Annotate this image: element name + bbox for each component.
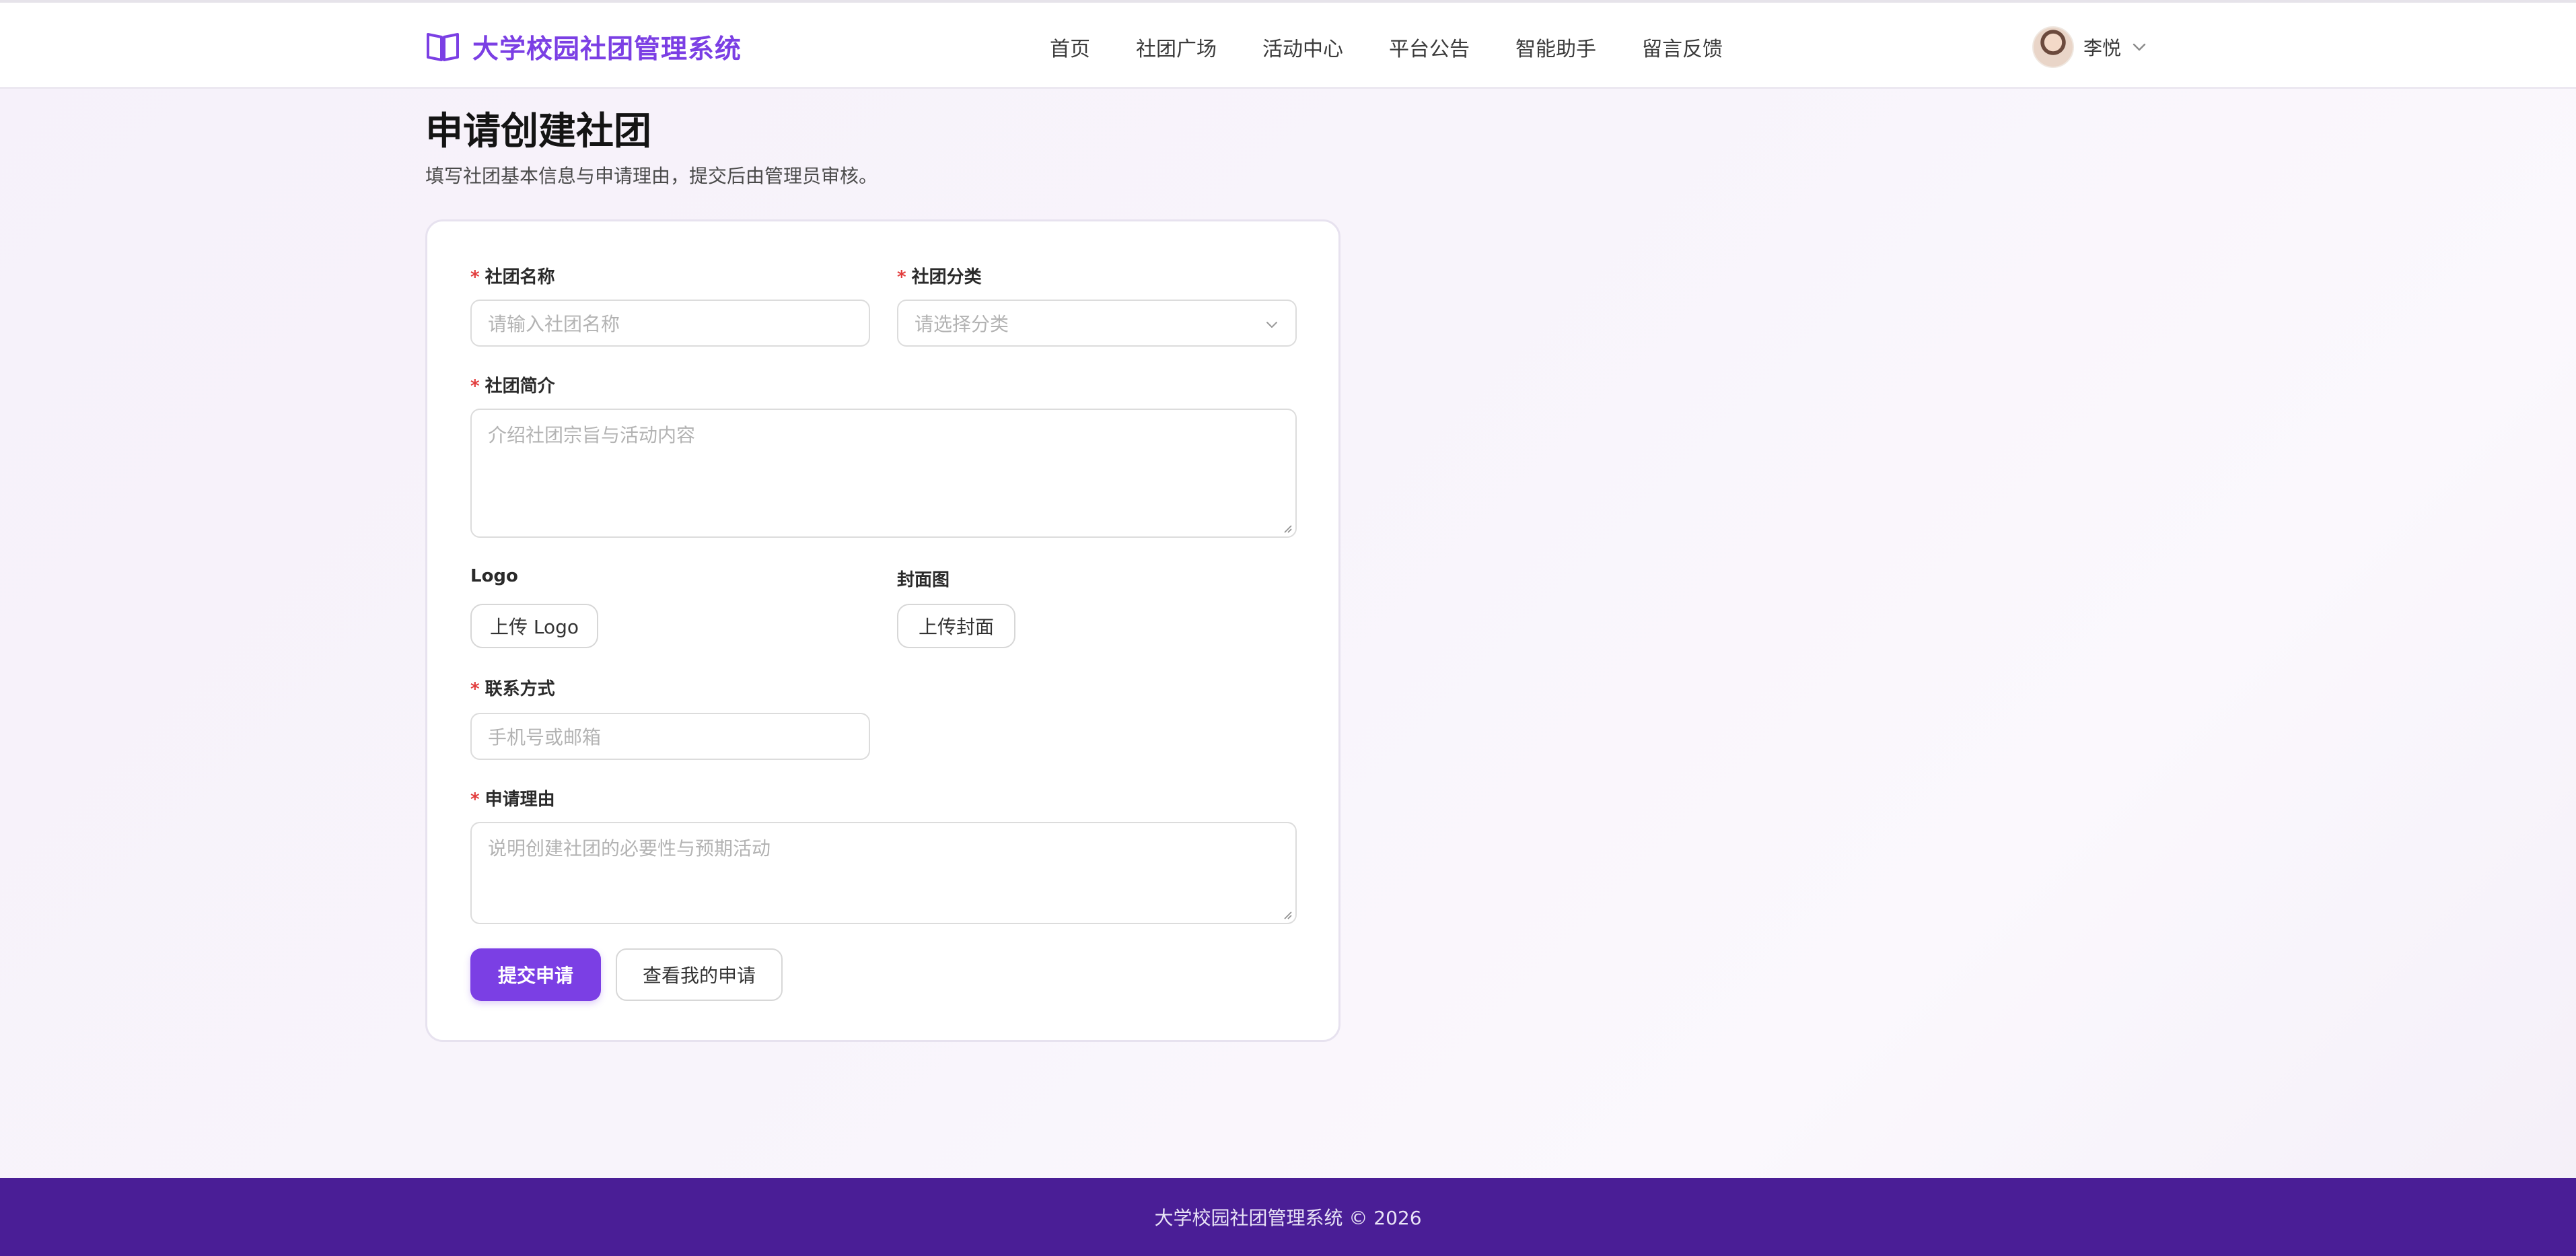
page-description: 填写社团基本信息与申请理由，提交后由管理员审核。 [425,165,878,187]
category-label: * 社团分类 [897,263,982,288]
upload-cover-button[interactable]: 上传封面 [897,604,1015,648]
intro-label-text: 社团简介 [485,376,555,396]
nav-item-ai-assistant[interactable]: 智能助手 [1515,32,1596,62]
category-select[interactable]: 请选择分类 [897,300,1297,347]
nav-item-announcements[interactable]: 平台公告 [1389,32,1470,62]
contact-label: * 联系方式 [470,675,555,700]
chevron-down-icon [2133,43,2146,51]
brand-title: 大学校园社团管理系统 [472,34,742,65]
reason-placeholder: 说明创建社团的必要性与预期活动 [488,837,771,860]
required-mark: * [470,267,480,287]
submit-application-button[interactable]: 提交申请 [470,948,601,1001]
club-name-label: * 社团名称 [470,263,555,288]
club-name-label-text: 社团名称 [485,267,555,287]
resize-handle-icon[interactable] [1281,522,1293,534]
reason-label-text: 申请理由 [485,790,555,810]
footer: 大学校园社团管理系统 © 2026 [0,1178,2576,1256]
required-mark: * [470,376,480,396]
nav-item-activity-center[interactable]: 活动中心 [1262,32,1343,62]
resize-handle-icon[interactable] [1281,908,1293,920]
footer-copyright: 大学校园社团管理系统 © 2026 [1154,1207,1422,1229]
avatar [2032,26,2074,68]
intro-label: * 社团简介 [470,372,555,397]
user-name: 李悦 [2083,37,2122,59]
main-nav: 首页 社团广场 活动中心 平台公告 智能助手 留言反馈 [1050,28,1768,66]
nav-item-home[interactable]: 首页 [1050,32,1090,62]
cover-label: 封面图 [897,570,950,590]
club-name-placeholder: 请输入社团名称 [488,313,620,335]
club-name-input[interactable]: 请输入社团名称 [470,300,870,347]
page-title: 申请创建社团 [425,110,651,153]
required-mark: * [470,679,480,699]
reason-label: * 申请理由 [470,786,555,810]
category-label-text: 社团分类 [911,267,982,287]
top-navbar: 大学校园社团管理系统 首页 社团广场 活动中心 平台公告 智能助手 留言反馈 李… [0,3,2576,89]
brand[interactable]: 大学校园社团管理系统 [425,28,742,66]
view-my-applications-button[interactable]: 查看我的申请 [616,948,783,1001]
required-mark: * [897,267,906,287]
create-club-form: * 社团名称 请输入社团名称 * 社团分类 请选择分类 * 社团简介 介绍社团宗旨与活… [425,219,1340,1042]
chevron-down-icon [1266,322,1277,328]
logo-label: Logo [470,566,518,586]
nav-item-feedback[interactable]: 留言反馈 [1642,32,1723,62]
contact-label-text: 联系方式 [485,679,555,699]
upload-logo-button[interactable]: 上传 Logo [470,604,598,648]
category-placeholder: 请选择分类 [915,313,1009,335]
required-mark: * [470,790,480,810]
nav-item-club-square[interactable]: 社团广场 [1136,32,1217,62]
reason-textarea[interactable]: 说明创建社团的必要性与预期活动 [470,822,1297,924]
user-menu[interactable]: 李悦 [2032,26,2148,69]
contact-input[interactable]: 手机号或邮箱 [470,713,870,760]
intro-textarea[interactable]: 介绍社团宗旨与活动内容 [470,409,1297,538]
contact-placeholder: 手机号或邮箱 [488,726,602,748]
open-book-icon [427,33,459,61]
intro-placeholder: 介绍社团宗旨与活动内容 [488,424,696,446]
